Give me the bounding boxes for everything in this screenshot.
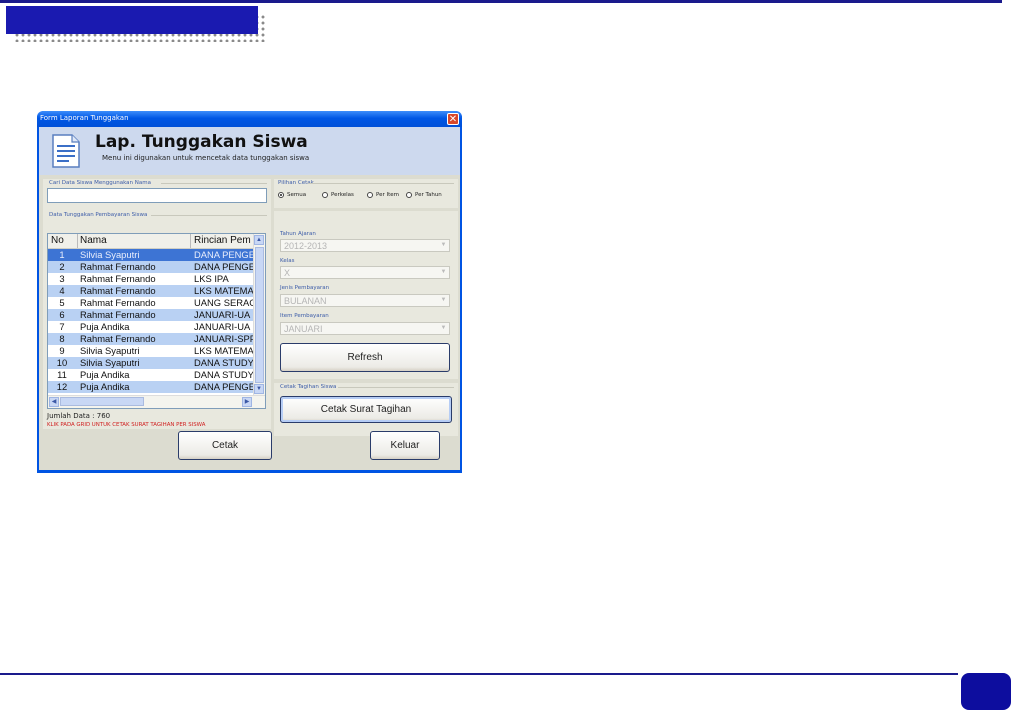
data-grid[interactable]: No Nama Rincian Pem 1 Silvia Syaputri DANA… (47, 233, 266, 409)
jenis-pembayaran-label: Jenis Pembayaran (280, 285, 330, 291)
search-group-label: Cari Data Siswa Menggunakan Nama (49, 180, 151, 186)
tahun-ajaran-label: Tahun Ajaran (280, 231, 316, 237)
table-row[interactable]: 10 Silvia Syaputri DANA STUDY (48, 357, 254, 369)
jenis-pembayaran-select[interactable]: BULANAN ▼ (280, 294, 450, 307)
scroll-up-icon[interactable]: ▲ (254, 235, 264, 245)
chevron-down-icon: ▼ (440, 325, 447, 331)
record-count: Jumlah Data : 760 (47, 412, 111, 420)
table-row[interactable]: 12 Puja Andika DANA PENGE (48, 381, 254, 393)
window-title: Form Laporan Tunggakan (40, 114, 129, 122)
tagihan-group-label: Cetak Tagihan Siswa (280, 384, 337, 390)
table-row[interactable]: 3 Rahmat Fernando LKS IPA (48, 273, 254, 285)
radio-perkelas-label: Perkelas (331, 192, 354, 198)
form-window: Form Laporan Tunggakan ✕ Lap. Tunggakan … (37, 111, 462, 473)
radio-perkelas[interactable] (322, 192, 328, 198)
group-divider (308, 183, 454, 184)
table-row[interactable]: 6 Rahmat Fernando JANUARI-UA (48, 309, 254, 321)
form-heading: Lap. Tunggakan Siswa (95, 132, 308, 152)
print-option-panel: Pilihan Cetak Semua Perkelas Per Item Pe… (274, 179, 458, 208)
cetak-surat-tagihan-button[interactable]: Cetak Surat Tagihan (280, 396, 452, 423)
group-divider (151, 215, 267, 216)
chevron-down-icon: ▼ (440, 297, 447, 303)
keluar-button[interactable]: Keluar (370, 431, 440, 460)
table-row[interactable]: 1 Silvia Syaputri DANA PENGE (48, 249, 254, 261)
close-button[interactable]: ✕ (447, 113, 459, 125)
table-row[interactable]: 7 Puja Andika JANUARI-UA (48, 321, 254, 333)
page-number-badge (961, 673, 1011, 710)
vertical-scrollbar[interactable]: ▲ ▼ (253, 234, 265, 395)
table-row[interactable]: 5 Rahmat Fernando UANG SERAG (48, 297, 254, 309)
table-row[interactable]: 9 Silvia Syaputri LKS MATEMA (48, 345, 254, 357)
horizontal-scroll-thumb[interactable] (60, 397, 144, 406)
refresh-button[interactable]: Refresh (280, 343, 450, 372)
cetak-button[interactable]: Cetak (178, 431, 272, 460)
table-row[interactable]: 8 Rahmat Fernando JANUARI-SPP (48, 333, 254, 345)
item-pembayaran-label: Item Pembayaran (280, 313, 329, 319)
window-client: Lap. Tunggakan Siswa Menu ini digunakan … (39, 127, 460, 470)
form-subheading: Menu ini digunakan untuk mencetak data t… (102, 154, 310, 162)
group-divider (338, 387, 454, 388)
table-row[interactable]: 4 Rahmat Fernando LKS MATEMA (48, 285, 254, 297)
chevron-down-icon: ▼ (440, 269, 447, 275)
radio-semua[interactable] (278, 192, 284, 198)
item-pembayaran-select[interactable]: JANUARI ▼ (280, 322, 450, 335)
radio-semua-label: Semua (287, 192, 307, 198)
column-no[interactable]: No (51, 235, 64, 246)
grid-group-label: Data Tunggakan Pembayaran Siswa (49, 212, 148, 218)
grid-header: No Nama Rincian Pem (48, 234, 254, 249)
column-separator (77, 234, 78, 248)
column-nama[interactable]: Nama (80, 235, 107, 246)
tahun-ajaran-select[interactable]: 2012-2013 ▼ (280, 239, 450, 252)
radio-per-item-label: Per Item (376, 192, 400, 198)
title-bar: Form Laporan Tunggakan ✕ (37, 111, 462, 127)
group-divider (161, 183, 267, 184)
vertical-scroll-thumb[interactable] (255, 247, 264, 383)
grid-hint: KLIK PADA GRID UNTUK CETAK SURAT TAGIHAN… (47, 422, 206, 428)
slide-title-bar (6, 6, 258, 34)
header-band: Lap. Tunggakan Siswa Menu ini digunakan … (39, 127, 460, 175)
table-row[interactable]: 11 Puja Andika DANA STUDY (48, 369, 254, 381)
radio-per-item[interactable] (367, 192, 373, 198)
column-separator (190, 234, 191, 248)
kelas-select[interactable]: X ▼ (280, 266, 450, 279)
document-icon (52, 134, 80, 168)
kelas-label: Kelas (280, 258, 295, 264)
slide-bottom-line (0, 673, 958, 675)
slide-top-line (0, 0, 1002, 3)
horizontal-scrollbar[interactable]: ◀ ▶ (48, 395, 265, 408)
scroll-right-icon[interactable]: ▶ (242, 397, 252, 407)
radio-per-tahun[interactable] (406, 192, 412, 198)
table-row[interactable]: 2 Rahmat Fernando DANA PENGE (48, 261, 254, 273)
scroll-down-icon[interactable]: ▼ (254, 384, 264, 394)
column-rincian[interactable]: Rincian Pem (194, 235, 251, 246)
search-input[interactable] (47, 188, 267, 203)
radio-per-tahun-label: Per Tahun (415, 192, 442, 198)
chevron-down-icon: ▼ (440, 242, 447, 248)
scroll-left-icon[interactable]: ◀ (49, 397, 59, 407)
